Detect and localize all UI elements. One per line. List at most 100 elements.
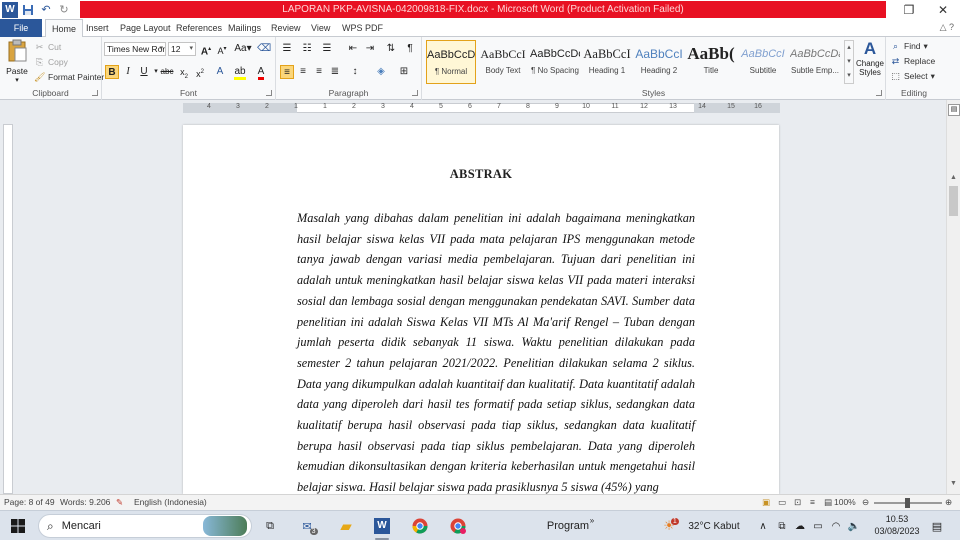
chrome-profile-icon[interactable] <box>444 511 472 540</box>
font-launcher[interactable] <box>266 90 272 96</box>
change-styles-button[interactable]: A Change Styles <box>855 39 885 87</box>
zoom-knob[interactable] <box>905 498 910 508</box>
tab-view[interactable]: View <box>305 19 336 37</box>
style-body-text[interactable]: AaBbCcI Body Text <box>478 40 528 84</box>
numbering-icon[interactable]: ☷ <box>300 42 314 56</box>
subscript-button[interactable]: x2 <box>177 65 191 80</box>
start-button[interactable] <box>4 511 32 540</box>
sort-icon[interactable]: ⇅ <box>384 42 398 56</box>
italic-button[interactable]: I <box>121 65 135 79</box>
tab-file[interactable]: File <box>0 19 42 37</box>
change-case-button[interactable]: Aa▾ <box>234 42 252 56</box>
clipboard-launcher[interactable] <box>92 90 98 96</box>
print-layout-icon[interactable]: ▣ <box>762 497 770 508</box>
close-icon[interactable]: ✕ <box>926 0 960 19</box>
notification-icon[interactable]: ▤ <box>926 511 948 540</box>
line-spacing-icon[interactable]: ↕ <box>348 65 362 79</box>
align-left-icon[interactable]: ≡ <box>280 65 294 79</box>
strikethrough-button[interactable]: abc <box>160 65 174 79</box>
style-no-spacing[interactable]: AaBbCcDc ¶ No Spacing <box>530 40 580 84</box>
tab-review[interactable]: Review <box>265 19 307 37</box>
proofing-icon[interactable]: ✎ <box>116 497 123 508</box>
document-body[interactable]: Masalah yang dibahas dalam penelitian in… <box>297 208 695 494</box>
zoom-in-icon[interactable]: ⊕ <box>945 497 952 508</box>
word-taskbar-icon[interactable]: W <box>368 511 396 540</box>
styles-scroll[interactable]: ▴ ▾ ▾ <box>844 40 854 84</box>
tab-mailings[interactable]: Mailings <box>222 19 267 37</box>
shrink-font-button[interactable]: A▾ <box>215 42 229 56</box>
outline-icon[interactable]: ≡ <box>810 497 815 507</box>
font-size-combo[interactable]: 12 ▾ <box>168 42 196 56</box>
restore-icon[interactable]: ❐ <box>892 0 926 19</box>
horizontal-ruler[interactable]: 4 3 2 1 1 2 3 4 5 6 7 8 9 10 11 12 13 14… <box>0 100 946 116</box>
format-painter-button[interactable]: 🖌 Format Painter <box>34 70 104 84</box>
scroll-down-icon[interactable]: ▼ <box>947 480 960 492</box>
speaker-icon[interactable]: 🔈 <box>846 511 862 540</box>
document-page[interactable]: ABSTRAK Masalah yang dibahas dalam penel… <box>183 125 779 494</box>
weather-text[interactable]: 32°C Kabut <box>684 511 744 540</box>
font-family-combo[interactable]: Times New Ron ▾ <box>104 42 166 56</box>
weather-icon[interactable]: ☀ 1 <box>660 511 682 540</box>
cut-button[interactable]: ✂ Cut <box>34 40 62 54</box>
align-right-icon[interactable]: ≡ <box>312 65 326 79</box>
language[interactable]: English (Indonesia) <box>134 497 207 507</box>
meet-now-icon[interactable]: ⧉ <box>774 511 790 540</box>
tab-page-layout[interactable]: Page Layout <box>114 19 177 37</box>
style-subtle-emphasis[interactable]: AaBbCcDa Subtle Emp... <box>790 40 840 84</box>
taskbar-search[interactable]: ⌕ Mencari <box>38 514 252 538</box>
grow-font-button[interactable]: A▴ <box>199 42 213 57</box>
replace-button[interactable]: ⇄ Replace <box>890 54 935 68</box>
full-screen-reading-icon[interactable]: ▭ <box>778 497 786 508</box>
system-clock[interactable]: 10.53 03/08/2023 <box>872 513 922 537</box>
scroll-up-icon[interactable]: ▲ <box>947 174 960 186</box>
multilevel-list-icon[interactable]: ☰ <box>320 42 334 56</box>
vertical-ruler[interactable] <box>0 116 16 494</box>
shading-icon[interactable]: ◈ <box>374 65 388 79</box>
scroll-thumb[interactable] <box>949 186 958 216</box>
bullets-icon[interactable]: ☰ <box>280 42 294 56</box>
font-color-icon[interactable]: A <box>254 65 268 80</box>
view-ruler-icon[interactable]: ▤ <box>948 104 960 116</box>
show-hidden-icons[interactable]: ∧ <box>756 511 770 540</box>
tab-insert[interactable]: Insert <box>80 19 115 37</box>
vertical-scrollbar[interactable]: ▤ ▲ ▼ <box>946 100 960 494</box>
increase-indent-icon[interactable]: ⇥ <box>363 42 377 56</box>
draft-icon[interactable]: ▤ <box>824 497 832 508</box>
style-heading-2[interactable]: AaBbCcI Heading 2 <box>634 40 684 84</box>
clear-formatting-icon[interactable]: ⌫ <box>257 42 271 56</box>
decrease-indent-icon[interactable]: ⇤ <box>346 42 360 56</box>
task-view-icon[interactable]: ⧉ <box>258 511 282 540</box>
copy-button[interactable]: ⎘ Copy <box>34 55 68 69</box>
show-marks-icon[interactable]: ¶ <box>403 42 417 56</box>
help-icon[interactable]: △ ? <box>940 22 954 33</box>
style-subtitle[interactable]: AaBbCcI Subtitle <box>738 40 788 84</box>
justify-icon[interactable]: ≣ <box>328 65 342 79</box>
undo-icon[interactable]: ↶ <box>38 2 54 18</box>
highlight-icon[interactable]: ab <box>233 65 247 80</box>
style-title[interactable]: AaBb( Title <box>686 40 736 84</box>
onedrive-icon[interactable]: ☁ <box>792 511 808 540</box>
zoom-out-icon[interactable]: ⊖ <box>862 497 869 508</box>
battery-icon[interactable]: ▭ <box>810 511 826 540</box>
word-count[interactable]: Words: 9.206 <box>60 497 110 507</box>
chevrons-icon[interactable]: » <box>586 505 598 535</box>
text-effects-icon[interactable]: A <box>213 65 227 79</box>
find-button[interactable]: ⌕ Find ▾ <box>890 39 928 53</box>
web-layout-icon[interactable]: ⊡ <box>794 497 801 508</box>
zoom-level[interactable]: 100% <box>834 497 856 507</box>
tab-wps-pdf[interactable]: WPS PDF <box>336 19 389 37</box>
style-heading-1[interactable]: AaBbCcI Heading 1 <box>582 40 632 84</box>
bold-button[interactable]: B <box>105 65 119 79</box>
paragraph-launcher[interactable] <box>412 90 418 96</box>
paste-button[interactable]: Paste ▾ <box>4 39 30 84</box>
select-button[interactable]: ⬚ Select ▾ <box>890 69 935 83</box>
mail-app-icon[interactable]: ✉ 3 <box>296 511 324 540</box>
tab-references[interactable]: References <box>170 19 228 37</box>
align-center-icon[interactable]: ≡ <box>296 65 310 79</box>
style-normal[interactable]: AaBbCcDc ¶ Normal <box>426 40 476 84</box>
chrome-icon[interactable] <box>406 511 434 540</box>
tab-home[interactable]: Home <box>45 19 84 38</box>
styles-launcher[interactable] <box>876 90 882 96</box>
redo-icon[interactable]: ↻ <box>56 2 72 18</box>
save-icon[interactable] <box>20 2 36 18</box>
